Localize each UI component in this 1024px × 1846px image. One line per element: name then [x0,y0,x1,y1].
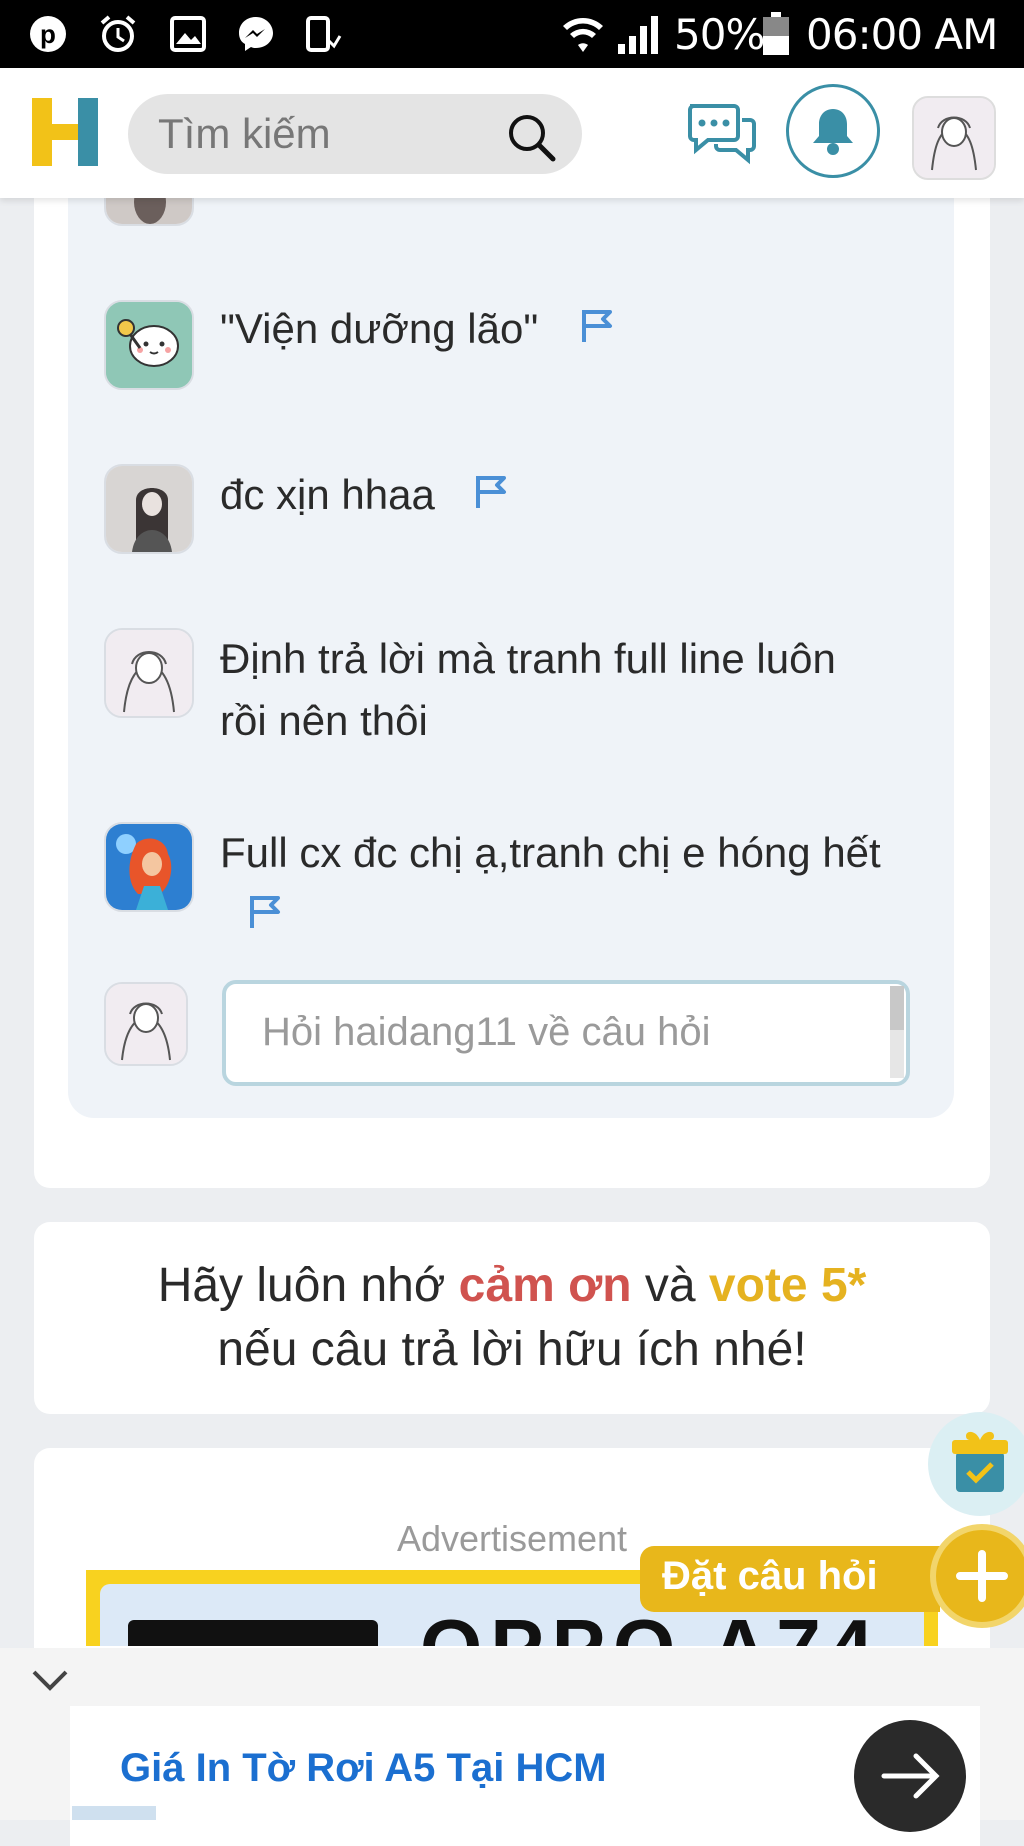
signal-icon [616,12,662,54]
sticky-bottom-ad: Giá In Tờ Rơi A5 Tại HCM [0,1648,1024,1846]
site-logo[interactable] [30,94,102,170]
status-bar: p 50% 06:00 AM [0,0,1024,68]
notifications-button[interactable] [786,84,880,178]
comment-avatar[interactable] [104,628,194,718]
thanks-highlight: cảm ơn [458,1259,632,1312]
report-flag-icon[interactable] [248,894,282,930]
chat-icon[interactable] [686,100,758,166]
current-user-avatar [104,982,188,1066]
daily-gift-button[interactable] [928,1412,1024,1516]
comment-text: đc xịn hhaa [220,471,435,518]
thanks-reminder-card: Hãy luôn nhớ cảm ơn và vote 5* nếu câu t… [34,1222,990,1414]
sticky-ad-card[interactable]: Giá In Tờ Rơi A5 Tại HCM [70,1706,980,1846]
ad-go-button[interactable] [854,1720,966,1832]
top-navbar: Tìm kiếm [0,68,1024,198]
wifi-icon [560,12,606,52]
report-flag-icon[interactable] [474,474,508,510]
search-input[interactable]: Tìm kiếm [158,110,331,158]
phone-rotate-icon [302,14,342,54]
clock: 06:00 AM [806,10,998,59]
battery-percent: 50% [674,10,765,59]
plus-icon [956,1550,1008,1602]
gift-icon [952,1431,1008,1492]
comment-text: rồi nên thôi [220,697,428,744]
battery-icon [762,12,790,55]
chevron-down-icon[interactable] [28,1658,72,1702]
svg-text:p: p [40,19,56,49]
comment-avatar[interactable] [104,464,194,554]
comment-avatar[interactable] [104,822,194,912]
reminder-line2: nếu câu trả lời hữu ích nhé! [217,1323,807,1376]
sticky-ad-title[interactable]: Giá In Tờ Rơi A5 Tại HCM [120,1746,607,1791]
bell-icon [811,105,855,157]
arrow-right-icon [881,1753,940,1799]
image-icon [168,14,208,54]
search-icon[interactable] [506,112,558,164]
ask-question-text: Đặt câu hỏi [662,1554,878,1598]
reply-textarea[interactable]: Hỏi haidang11 về câu hỏi [222,980,910,1086]
user-avatar[interactable] [912,96,996,180]
alarm-icon [98,14,138,54]
vote-highlight: vote 5* [708,1259,867,1312]
textarea-scrollbar[interactable] [890,986,904,1078]
messenger-icon [236,14,276,54]
pinterest-icon: p [28,14,68,54]
ad-choices-icon[interactable] [72,1806,156,1820]
ask-question-button[interactable] [930,1524,1024,1628]
comment-text: Full cx đc chị ạ,tranh chị e hóng hết [220,829,881,876]
reply-placeholder: Hỏi haidang11 về câu hỏi [262,1010,711,1054]
comment-text: Định trả lời mà tranh full line luôn [220,635,836,682]
ad-dark-box [128,1620,378,1646]
reminder-line1: Hãy luôn nhớ cảm ơn và vote 5* [157,1259,867,1312]
search-bar[interactable]: Tìm kiếm [128,94,582,174]
comment-text: "Viện dưỡng lão" [220,305,539,352]
report-flag-icon[interactable] [580,308,614,344]
ask-question-label[interactable]: Đặt câu hỏi [640,1546,940,1612]
comment-avatar[interactable] [104,300,194,390]
